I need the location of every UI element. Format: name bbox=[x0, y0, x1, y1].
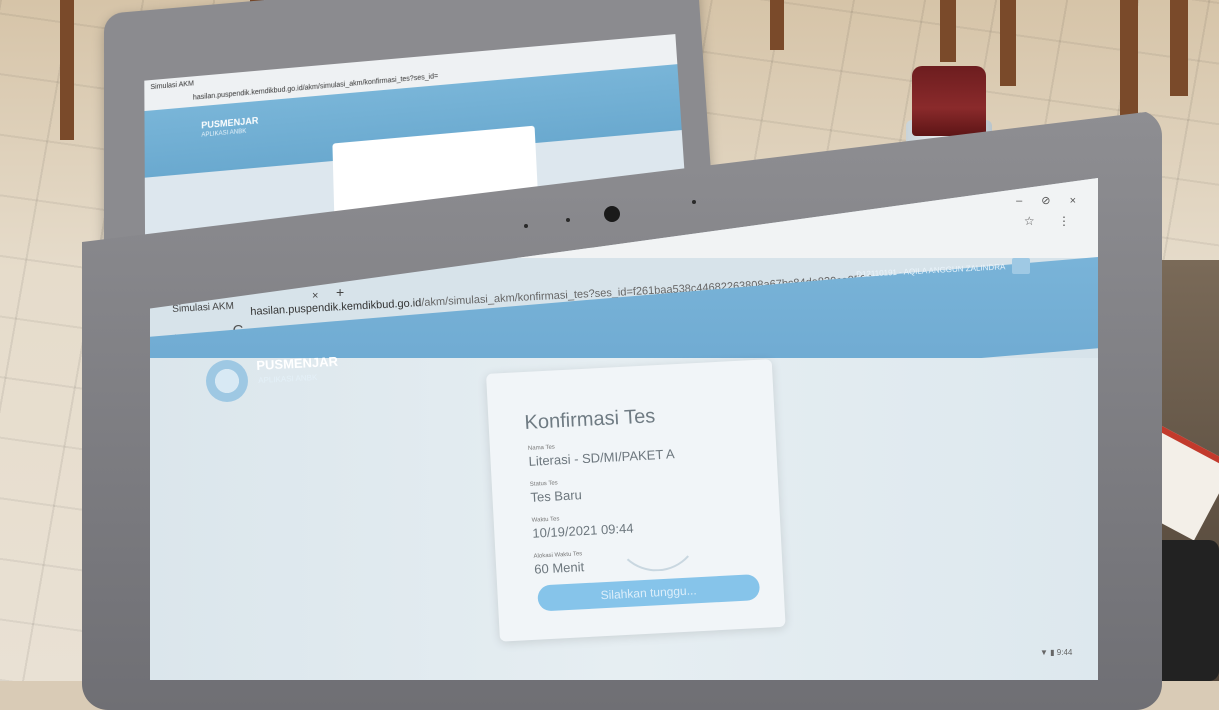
chair-leg bbox=[940, 0, 956, 62]
new-tab-icon[interactable]: + bbox=[336, 284, 344, 300]
back-brand: PUSMENJAR bbox=[201, 115, 259, 131]
url-host: hasilan.puspendik.kemdikbud.go.id bbox=[250, 297, 422, 318]
sensor-dot bbox=[692, 200, 696, 204]
bookmark-star-icon[interactable]: ☆ ⋮ bbox=[1024, 214, 1080, 228]
field-label-nama-tes: Nama Tes bbox=[527, 444, 556, 452]
window-controls[interactable]: – ⊘ × bbox=[1016, 194, 1084, 207]
webcam-icon bbox=[604, 206, 620, 222]
chair-leg bbox=[1000, 0, 1016, 86]
chair-leg bbox=[1170, 0, 1188, 96]
chair-leg bbox=[60, 0, 74, 140]
back-address-bar[interactable]: hasilan.puspendik.kemdikbud.go.id/akm/si… bbox=[193, 73, 438, 102]
back-tab-title[interactable]: Simulasi AKM bbox=[150, 80, 194, 91]
field-value-status-tes: Tes Baru bbox=[530, 487, 583, 505]
card-title: Konfirmasi Tes bbox=[524, 405, 656, 435]
wait-button[interactable]: Silahkan tunggu... bbox=[537, 573, 761, 612]
back-brand-sub: APLIKASI ANBK bbox=[201, 128, 247, 139]
field-value-alokasi-waktu: 60 Menit bbox=[533, 559, 585, 577]
sensor-dot bbox=[524, 224, 528, 228]
kemdikbud-logo bbox=[206, 360, 248, 402]
field-label-waktu-tes: Waktu Tes bbox=[531, 516, 560, 524]
system-tray: ▼ ▮ 9:44 bbox=[1040, 648, 1073, 657]
tab-close-icon[interactable]: × bbox=[312, 290, 318, 302]
chair-leg bbox=[770, 0, 784, 50]
confirmation-card: Konfirmasi Tes Nama Tes Literasi - SD/MI… bbox=[486, 359, 786, 642]
field-label-status-tes: Status Tes bbox=[529, 480, 558, 488]
sensor-dot bbox=[566, 218, 570, 222]
user-avatar[interactable] bbox=[1012, 258, 1030, 274]
bottle-cap bbox=[912, 66, 986, 136]
field-label-alokasi-waktu: Alokasi Waktu Tes bbox=[533, 551, 583, 560]
